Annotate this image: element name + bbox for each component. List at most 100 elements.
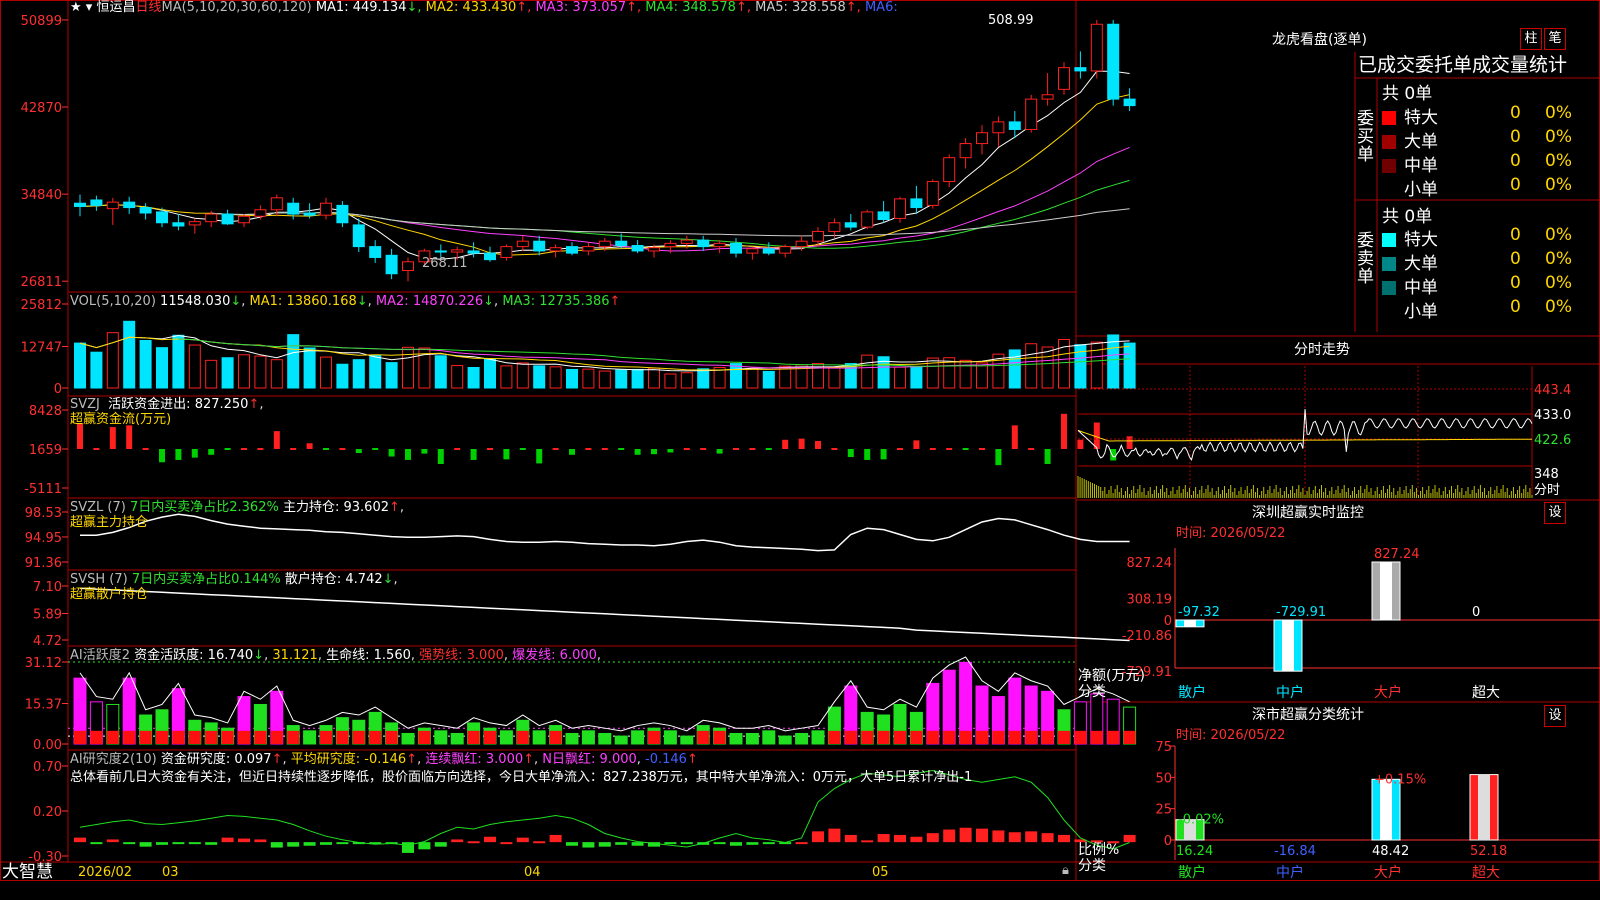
order-row-buyRows-3: 小单 <box>1382 175 1438 200</box>
act-base-63 <box>1107 730 1120 744</box>
svzl-header: SVZL (7) 7日内买卖净占比2.362% 主力持仓: 93.602↑, <box>70 500 405 515</box>
monitor-ytick-0: 827.24 <box>1127 556 1173 571</box>
act-base-3 <box>123 730 136 744</box>
ma-dropdown-icon[interactable]: ▾ <box>86 0 97 15</box>
svzj-bar-16 <box>339 447 346 450</box>
ma-item-2: MA2: 433.430 <box>425 0 517 15</box>
act-base-56 <box>992 730 1005 744</box>
act-bar-22 <box>434 730 448 745</box>
minute-vol-tick: 348 <box>1534 467 1559 482</box>
vol-ma1: 13860.168 <box>286 294 357 309</box>
order-row-sellRows-3: 小单 <box>1382 297 1438 322</box>
svzj-bar-24 <box>470 448 477 460</box>
sell-orders-label: 委卖单 <box>1357 231 1374 287</box>
svzj-bar-52 <box>929 447 936 450</box>
ai-active-chart[interactable] <box>68 656 1137 745</box>
volume-chart[interactable] <box>74 320 1136 389</box>
act-base-35 <box>648 730 660 744</box>
svzj-bar-7 <box>191 448 198 458</box>
stats-ytick-0: 75 <box>1155 740 1172 755</box>
ai-active-v4: 3.000 <box>466 648 504 663</box>
svzj-bar-43 <box>782 439 789 449</box>
act-base-11 <box>254 730 267 744</box>
stats-cat-0: 散户 <box>1178 864 1206 881</box>
lock-icon[interactable]: 🔒︎ <box>1062 863 1069 879</box>
price-header: ★ ▾ 恒运昌日线MA(5,10,20,30,60,120) MA1: 449.… <box>70 0 902 16</box>
act-bar-40 <box>729 732 743 745</box>
act-base-58 <box>1025 730 1038 744</box>
ai-active-t1: 资金活跃度: <box>134 648 204 663</box>
act-base-1 <box>90 730 103 744</box>
candle-body-54 <box>959 143 972 159</box>
res-bar-28 <box>533 841 546 844</box>
candle-body-49 <box>877 211 890 221</box>
svzj-bar-41 <box>749 447 756 450</box>
act-base-24 <box>467 730 480 744</box>
act-bar-36 <box>663 730 677 745</box>
svzj-bar-30 <box>569 448 575 455</box>
svzj-bar-4 <box>142 447 149 450</box>
candle-body-36 <box>664 242 677 248</box>
minute-trend-chart[interactable] <box>1077 366 1533 498</box>
monitor-settings-button[interactable]: 设 <box>1544 502 1566 524</box>
stats-bar-chart[interactable]: 75 50 25 0 -0.02% 16.24 散户 -16.84 中户 +0.15% 48.42 大… <box>1155 740 1600 881</box>
candle-body-58 <box>1025 98 1038 130</box>
svzj-label: SVZJ <box>70 397 100 412</box>
order-percent: 0% <box>1545 103 1572 123</box>
candle-body-45 <box>812 230 824 242</box>
low-price-label: 268.11 <box>422 256 468 271</box>
res-bar-37 <box>680 842 693 845</box>
svsh-sub: 超赢散户持仓 <box>70 587 149 602</box>
res-bar-55 <box>976 828 988 843</box>
vol-bar-64 <box>1123 342 1136 389</box>
svzl-sub: 超赢主力持仓 <box>70 515 149 530</box>
minute-tick-1: 433.0 <box>1534 408 1572 423</box>
svzj-bar-60 <box>1061 413 1067 449</box>
monitor-cat-2: 大户 <box>1374 684 1402 701</box>
svsh-chart[interactable] <box>79 587 1130 642</box>
candle-body-30 <box>566 246 578 254</box>
svzj-bar-64 <box>1126 436 1133 449</box>
tick-mode-button[interactable]: 笔 <box>1544 28 1566 50</box>
svzj-bar-19 <box>388 448 395 457</box>
candle-body-51 <box>910 198 923 209</box>
candle-body-23 <box>451 249 464 253</box>
vol-bar-13 <box>287 334 300 389</box>
order-count: 0 <box>1510 175 1521 195</box>
res-bar-39 <box>713 842 726 845</box>
y-axis-labels: 50899 42870 34840 26811 25812 12747 0 8428 1659 -… <box>21 14 68 865</box>
vol-bar-58 <box>1025 343 1038 389</box>
candle-body-62 <box>1090 23 1103 72</box>
res-bar-5 <box>156 842 168 845</box>
vol-bar-54 <box>959 359 972 389</box>
star-icon[interactable]: ★ <box>70 0 86 15</box>
stats-settings-button[interactable]: 设 <box>1544 705 1566 727</box>
svzj-bar-20 <box>405 448 411 460</box>
act-bar-42 <box>762 730 776 745</box>
order-name: 小单 <box>1404 180 1438 200</box>
candle-body-19 <box>385 254 398 275</box>
stats-ytick-1: 50 <box>1155 771 1172 786</box>
res-bar-48 <box>861 840 874 843</box>
period-label[interactable]: 日线 <box>135 0 161 15</box>
candle-body-56 <box>992 121 1005 134</box>
vol-bar-38 <box>697 368 710 389</box>
svzj-chart[interactable] <box>77 413 1133 466</box>
res-bar-46 <box>828 828 841 843</box>
order-count: 0 <box>1510 249 1521 269</box>
act-bar-14 <box>303 730 317 745</box>
ai-research-v4: 9.000 <box>599 752 637 767</box>
svzj-bar-21 <box>421 448 428 454</box>
monitor-bar-chart[interactable]: 827.24308.190-210.86-729.91-97.32散户-729.… <box>1122 547 1600 701</box>
candle-body-28 <box>533 240 546 252</box>
svzj-bar-28 <box>536 448 543 464</box>
svzl-chart[interactable] <box>80 513 1130 552</box>
price-chart[interactable] <box>74 19 1136 282</box>
svsh-label: SVSH (7) <box>70 572 128 587</box>
order-percent: 0% <box>1545 273 1572 293</box>
res-bar-14 <box>303 842 316 846</box>
act-bar-45 <box>811 730 825 745</box>
brand-label: 大智慧 <box>2 862 53 882</box>
bar-mode-button[interactable]: 柱 <box>1520 28 1542 50</box>
monitor-y-label: 净额(万元) <box>1078 668 1145 684</box>
